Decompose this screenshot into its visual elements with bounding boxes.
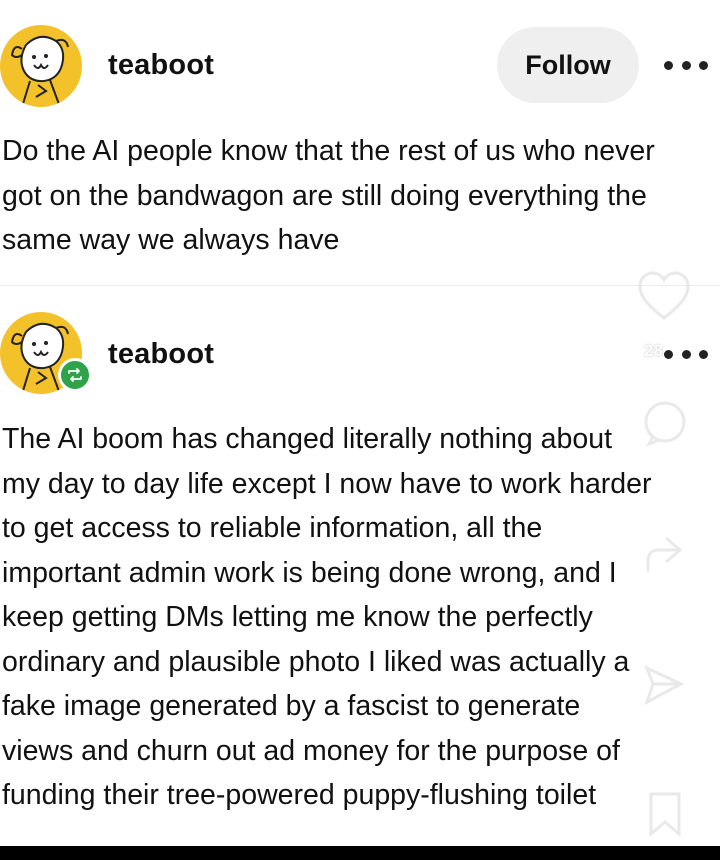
post-body-line: The AI boom has changed literally nothin… — [2, 423, 612, 455]
post-username[interactable]: teaboot — [108, 338, 214, 371]
more-options-button[interactable] — [664, 344, 708, 364]
follow-button[interactable]: Follow — [497, 27, 639, 103]
more-dot-icon — [681, 60, 691, 70]
more-dot-icon — [699, 349, 708, 359]
reblog-icon — [68, 368, 82, 382]
reblog-badge — [58, 358, 92, 392]
post-body-line: keep getting DMs letting me know the per… — [2, 601, 593, 633]
post-body-line: my day to day life except I now have to … — [2, 467, 652, 500]
send-icon[interactable] — [643, 664, 685, 711]
avatar[interactable] — [0, 25, 82, 107]
post-original: teaboot Follow Do the AI people know tha… — [0, 0, 720, 285]
reply-icon[interactable] — [641, 400, 689, 453]
post-body-line: Do the AI people know that the rest of u… — [2, 135, 655, 167]
bookmark-icon[interactable] — [647, 790, 683, 843]
post-body-line: to get access to reliable information, a… — [2, 512, 543, 544]
more-dot-icon — [699, 60, 708, 70]
post-body: Do the AI people know that the rest of u… — [2, 129, 718, 263]
post-body-line: funding their tree-powered puppy-flushin… — [2, 779, 597, 811]
share-icon[interactable] — [640, 532, 686, 583]
more-dot-icon — [664, 60, 673, 70]
more-dot-icon — [664, 349, 673, 359]
post-body-line: important admin work is being done wrong… — [2, 556, 617, 589]
post-body-line: ordinary and plausible photo I liked was… — [2, 645, 630, 678]
post-body-line: fake image generated by a fascist to gen… — [2, 690, 581, 722]
post-body-line: same way we always have — [2, 224, 340, 256]
like-count: 28 — [644, 341, 663, 360]
avatar-with-badge[interactable] — [0, 312, 96, 408]
post-body: The AI boom has changed literally nothin… — [2, 417, 718, 818]
heart-icon[interactable] — [636, 270, 692, 327]
post-reblog: teaboot The AI boom has changed literall… — [0, 286, 720, 846]
post-body-line: got on the bandwagon are still doing eve… — [2, 179, 647, 212]
more-dot-icon — [681, 349, 691, 359]
more-options-button[interactable] — [664, 55, 708, 75]
avatar-drawing-icon — [10, 35, 69, 107]
post-username[interactable]: teaboot — [108, 49, 214, 82]
bottom-bar — [0, 846, 720, 860]
post-body-line: views and churn out ad money for the pur… — [2, 734, 620, 767]
